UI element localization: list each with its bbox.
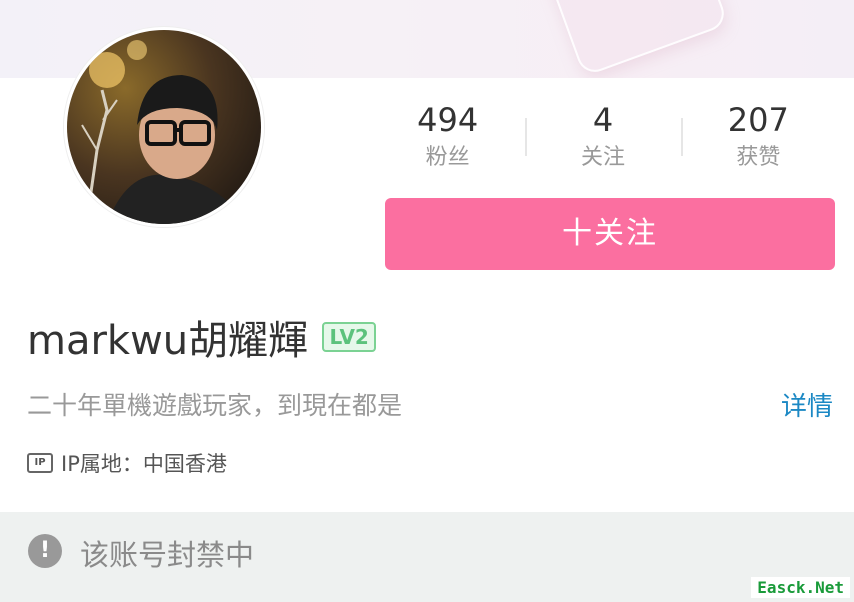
stat-fans-label: 粉丝 (425, 145, 470, 170)
stat-following-label: 关注 (580, 145, 625, 170)
ip-location-text: IP属地：中国香港 (61, 452, 227, 476)
detail-link[interactable]: 详情 (781, 386, 833, 423)
banner-decoration (545, 0, 729, 77)
ban-notice: ! 该账号封禁中 (0, 512, 854, 602)
avatar[interactable] (64, 27, 264, 227)
ban-notice-text: 该账号封禁中 (80, 538, 255, 572)
stat-fans-value: 494 (417, 101, 479, 139)
level-badge[interactable]: LV2 (322, 322, 377, 352)
stat-following[interactable]: 4 关注 (525, 100, 680, 180)
watermark: Easck.Net (751, 577, 850, 598)
stat-fans[interactable]: 494 粉丝 (370, 100, 525, 180)
follow-button[interactable]: 十关注 (385, 198, 835, 270)
profile-stats: 494 粉丝 4 关注 207 获赞 (370, 100, 836, 180)
stat-following-value: 4 (592, 101, 614, 139)
ip-icon: IP (27, 453, 53, 473)
name-row: markwu胡耀輝 LV2 (27, 308, 377, 366)
warning-icon: ! (28, 534, 62, 568)
ip-location: IP IP属地：中国香港 (27, 448, 227, 478)
stat-likes-label: 获赞 (736, 145, 781, 170)
stat-likes[interactable]: 207 获赞 (680, 100, 836, 180)
user-name: markwu胡耀輝 (27, 318, 309, 364)
stat-likes-value: 207 (727, 101, 789, 139)
avatar-image (67, 30, 261, 224)
user-bio: 二十年單機遊戲玩家，到現在都是 (27, 391, 403, 420)
